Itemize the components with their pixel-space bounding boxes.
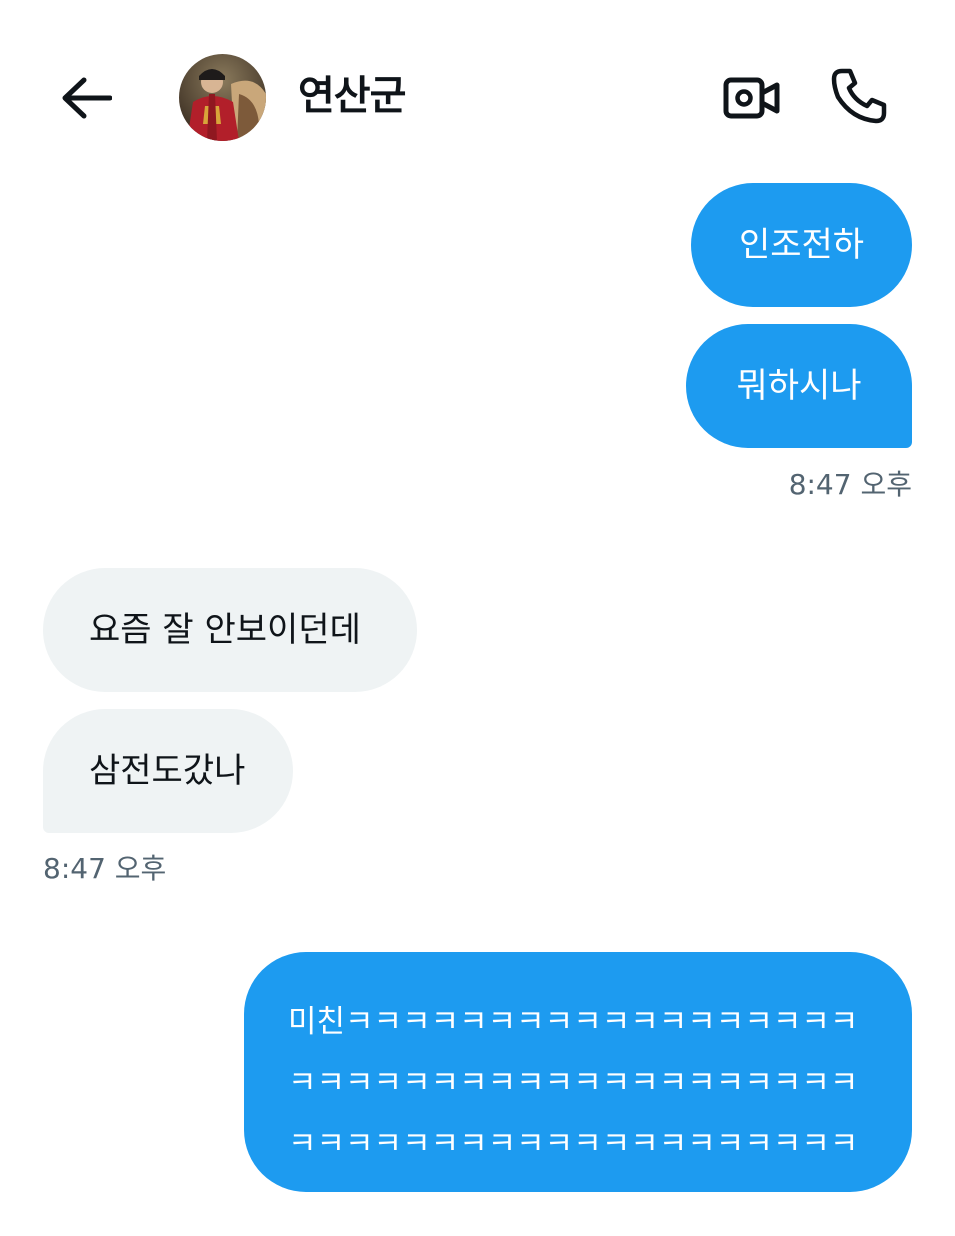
message-text: 인조전하 [738, 224, 865, 265]
video-camera-icon [723, 77, 780, 119]
message-timestamp: 8:47 오후 [788, 468, 912, 501]
message-timestamp: 8:47 오후 [43, 852, 167, 885]
conversation-header: 연산군 [0, 0, 955, 170]
message-bubble-sent[interactable]: 인조전하 [691, 183, 912, 307]
video-call-button[interactable] [718, 66, 786, 130]
message-text: 미친ㅋㅋㅋㅋㅋㅋㅋㅋㅋㅋㅋㅋㅋㅋㅋㅋㅋㅋㅋㅋㅋㅋㅋㅋㅋㅋㅋㅋㅋㅋㅋㅋㅋㅋㅋㅋㅋㅋ… [288, 1004, 859, 1223]
message-text: 요즘 잘 안보이던데 [89, 609, 361, 650]
phone-icon [831, 68, 887, 124]
message-bubble-sent[interactable]: 미친ㅋㅋㅋㅋㅋㅋㅋㅋㅋㅋㅋㅋㅋㅋㅋㅋㅋㅋㅋㅋㅋㅋㅋㅋㅋㅋㅋㅋㅋㅋㅋㅋㅋㅋㅋㅋㅋㅋ… [244, 952, 912, 1223]
message-text: 삼전도갔나 [89, 750, 246, 791]
back-button[interactable] [56, 68, 116, 128]
message-bubble-sent[interactable]: 뭐하시나 [686, 324, 912, 448]
message-text: 뭐하시나 [736, 365, 862, 406]
arrow-left-icon [62, 77, 112, 119]
contact-name: 연산군 [298, 73, 406, 119]
message-bubble-received[interactable]: 요즘 잘 안보이던데 [43, 568, 417, 692]
avatar[interactable] [179, 54, 266, 141]
message-bubble-received[interactable]: 삼전도갔나 [43, 709, 293, 833]
voice-call-button[interactable] [826, 62, 892, 130]
